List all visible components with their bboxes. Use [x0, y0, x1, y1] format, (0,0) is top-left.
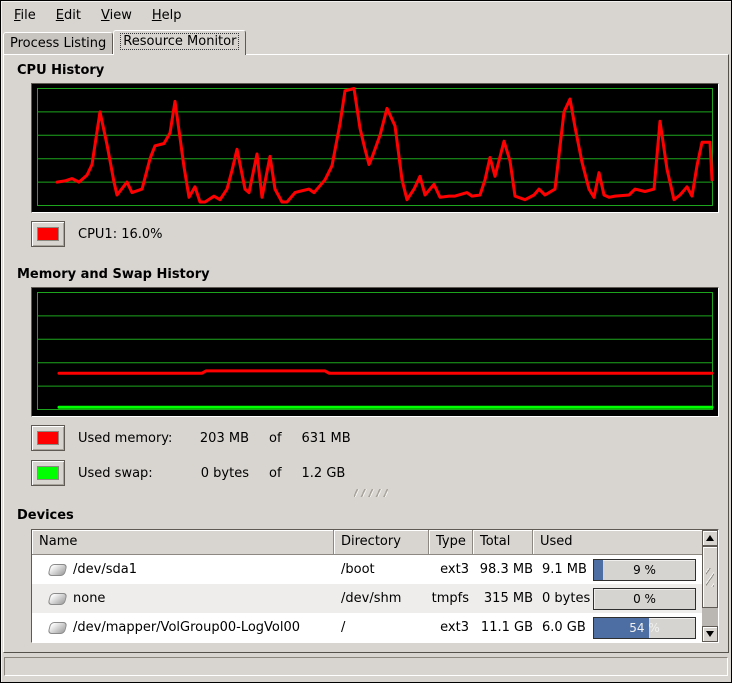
arrow-up-icon	[706, 535, 714, 541]
memory-swap-graph	[31, 287, 719, 417]
cpu-legend: CPU1: 16.0%	[31, 221, 726, 247]
cpu-history-chart	[32, 84, 718, 212]
col-header-name[interactable]: Name	[32, 530, 334, 555]
cpu-color-swatch	[37, 227, 59, 241]
paned-resize-handle[interactable]	[354, 489, 388, 497]
arrow-down-icon	[706, 631, 714, 637]
swap-used-value: 0 bytes	[187, 466, 249, 481]
menu-view[interactable]: View	[91, 3, 142, 28]
notebook: Process Listing Resource Monitor CPU His…	[3, 29, 729, 653]
vertical-scrollbar[interactable]	[702, 530, 718, 642]
device-used: 0 bytes	[542, 591, 590, 606]
progress-label: 9 %	[594, 560, 695, 580]
device-total: 98.3 MB	[473, 562, 533, 577]
swap-color-button[interactable]	[31, 460, 65, 486]
swap-of-text: of	[269, 466, 282, 481]
device-type: tmpfs	[429, 591, 473, 606]
memory-used-value: 203 MB	[187, 431, 249, 446]
usage-progress-bar: 0 %	[593, 588, 696, 610]
device-directory: /boot	[334, 562, 429, 577]
progress-label: 0 %	[594, 589, 695, 609]
tab-bar: Process Listing Resource Monitor	[3, 29, 729, 54]
memory-color-swatch	[37, 431, 59, 445]
memory-of-text: of	[269, 431, 282, 446]
device-row-none[interactable]: none /dev/shm tmpfs 315 MB 0 bytes 0 %	[32, 584, 702, 613]
col-header-total[interactable]: Total	[473, 530, 533, 555]
disk-drive-icon	[48, 593, 68, 605]
scroll-down-button[interactable]	[702, 626, 718, 642]
usage-progress-bar: 54 %	[593, 617, 696, 639]
device-used: 9.1 MB	[542, 562, 587, 577]
memory-color-button[interactable]	[31, 425, 65, 451]
menu-help[interactable]: Help	[142, 3, 192, 28]
col-header-directory[interactable]: Directory	[334, 530, 429, 555]
devices-table: Name Directory Type Total Used /dev/sda1…	[31, 529, 719, 643]
disk-drive-icon	[48, 564, 68, 576]
tab-process-listing[interactable]: Process Listing	[3, 32, 113, 54]
scrollbar-thumb[interactable]	[702, 546, 718, 608]
scroll-up-button[interactable]	[702, 530, 718, 546]
devices-table-header: Name Directory Type Total Used	[32, 530, 702, 555]
col-header-used[interactable]: Used	[533, 530, 702, 555]
swap-total-value: 1.2 GB	[302, 466, 346, 481]
menu-edit[interactable]: Edit	[46, 3, 91, 28]
cpu-history-title: CPU History	[17, 63, 726, 78]
usage-progress-bar: 9 %	[593, 559, 696, 581]
device-used: 6.0 GB	[542, 620, 586, 635]
swap-color-swatch	[37, 466, 59, 480]
system-monitor-window: File Edit View Help Process Listing Reso…	[0, 0, 732, 683]
device-type: ext3	[429, 562, 473, 577]
memory-swap-chart	[32, 288, 718, 416]
thumb-grip-icon	[706, 568, 714, 587]
cpu-color-button[interactable]	[31, 221, 65, 247]
menu-file[interactable]: File	[4, 3, 46, 28]
memory-legend: Used memory: 203 MB of 631 MB	[31, 425, 726, 451]
cpu-legend-label: CPU1: 16.0%	[78, 227, 163, 242]
swap-legend-label: Used swap:	[78, 466, 178, 481]
device-total: 315 MB	[473, 591, 533, 606]
device-name: /dev/sda1	[73, 562, 137, 577]
device-total: 11.1 GB	[473, 620, 533, 635]
devices-title: Devices	[17, 508, 726, 523]
device-name: /dev/mapper/VolGroup00-LogVol00	[73, 620, 300, 635]
menubar: File Edit View Help	[1, 1, 731, 29]
device-row-sda1[interactable]: /dev/sda1 /boot ext3 98.3 MB 9.1 MB 9 %	[32, 555, 702, 584]
device-row-volgroup[interactable]: /dev/mapper/VolGroup00-LogVol00 / ext3 1…	[32, 613, 702, 642]
disk-drive-icon	[48, 622, 68, 634]
col-header-type[interactable]: Type	[429, 530, 473, 555]
resource-monitor-panel: CPU History CPU1: 16.0% Memory and Swap …	[3, 54, 729, 653]
memory-swap-title: Memory and Swap History	[17, 267, 726, 282]
cpu-history-graph	[31, 83, 719, 213]
device-directory: /dev/shm	[334, 591, 429, 606]
status-bar	[4, 657, 728, 676]
device-directory: /	[334, 620, 429, 635]
device-name: none	[73, 591, 105, 606]
progress-label: 54 %	[594, 618, 695, 638]
tab-resource-monitor[interactable]: Resource Monitor	[113, 30, 246, 55]
memory-legend-label: Used memory:	[78, 431, 178, 446]
devices-table-body: Name Directory Type Total Used /dev/sda1…	[32, 530, 702, 642]
device-type: ext3	[429, 620, 473, 635]
memory-total-value: 631 MB	[302, 431, 351, 446]
swap-legend: Used swap: 0 bytes of 1.2 GB	[31, 460, 726, 486]
